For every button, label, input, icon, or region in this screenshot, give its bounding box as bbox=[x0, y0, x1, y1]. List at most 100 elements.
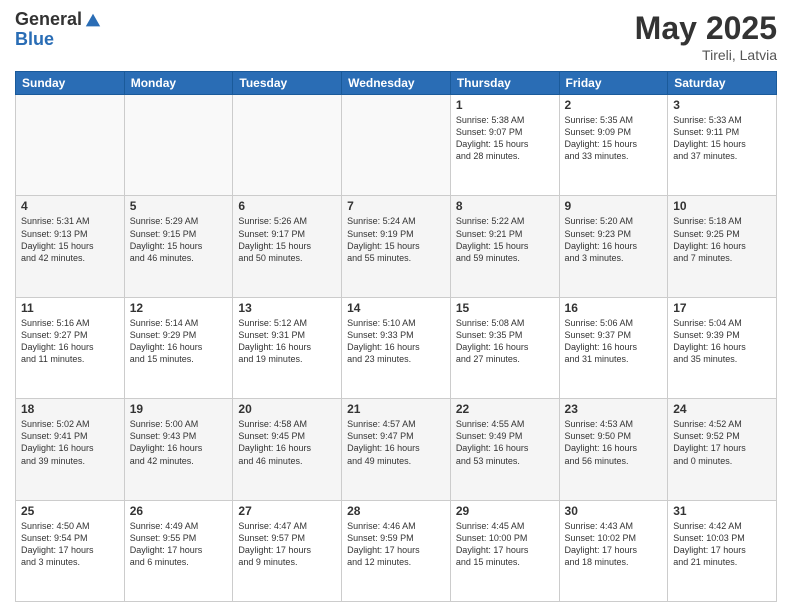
table-row: 2 Sunrise: 5:35 AM Sunset: 9:09 PM Daylig… bbox=[559, 95, 668, 196]
calendar-week-row: 18 Sunrise: 5:02 AM Sunset: 9:41 PM Dayli… bbox=[16, 399, 777, 500]
day-info: Sunrise: 4:57 AM Sunset: 9:47 PM Dayligh… bbox=[347, 418, 445, 467]
day-number: 30 bbox=[565, 504, 663, 518]
day-info: Sunrise: 4:46 AM Sunset: 9:59 PM Dayligh… bbox=[347, 520, 445, 569]
table-row: 21 Sunrise: 4:57 AM Sunset: 9:47 PM Dayli… bbox=[342, 399, 451, 500]
col-tuesday: Tuesday bbox=[233, 72, 342, 95]
col-monday: Monday bbox=[124, 72, 233, 95]
day-number: 9 bbox=[565, 199, 663, 213]
day-info: Sunrise: 5:22 AM Sunset: 9:21 PM Dayligh… bbox=[456, 215, 554, 264]
logo-icon bbox=[84, 12, 102, 30]
col-thursday: Thursday bbox=[450, 72, 559, 95]
day-number: 24 bbox=[673, 402, 771, 416]
day-info: Sunrise: 5:06 AM Sunset: 9:37 PM Dayligh… bbox=[565, 317, 663, 366]
table-row: 22Sunrise: 4:55 AM Sunset: 9:49 PM Dayli… bbox=[450, 399, 559, 500]
day-info: Sunrise: 5:20 AM Sunset: 9:23 PM Dayligh… bbox=[565, 215, 663, 264]
day-number: 18 bbox=[21, 402, 119, 416]
logo-general-text: General bbox=[15, 10, 82, 30]
day-info: Sunrise: 5:08 AM Sunset: 9:35 PM Dayligh… bbox=[456, 317, 554, 366]
day-info: Sunrise: 4:42 AM Sunset: 10:03 PM Daylig… bbox=[673, 520, 771, 569]
day-info: Sunrise: 4:45 AM Sunset: 10:00 PM Daylig… bbox=[456, 520, 554, 569]
day-info: Sunrise: 4:50 AM Sunset: 9:54 PM Dayligh… bbox=[21, 520, 119, 569]
calendar-week-row: 25 Sunrise: 4:50 AM Sunset: 9:54 PM Dayli… bbox=[16, 500, 777, 601]
table-row: 30 Sunrise: 4:43 AM Sunset: 10:02 PM Dayl… bbox=[559, 500, 668, 601]
day-number: 29 bbox=[456, 504, 554, 518]
calendar-table: Sunday Monday Tuesday Wednesday Thursday… bbox=[15, 71, 777, 602]
table-row: 10Sunrise: 5:18 AM Sunset: 9:25 PM Dayli… bbox=[668, 196, 777, 297]
day-number: 21 bbox=[347, 402, 445, 416]
table-row: 27Sunrise: 4:47 AM Sunset: 9:57 PM Dayli… bbox=[233, 500, 342, 601]
day-number: 19 bbox=[130, 402, 228, 416]
day-info: Sunrise: 5:24 AM Sunset: 9:19 PM Dayligh… bbox=[347, 215, 445, 264]
table-row: 4 Sunrise: 5:31 AM Sunset: 9:13 PM Daylig… bbox=[16, 196, 125, 297]
table-row: 31Sunrise: 4:42 AM Sunset: 10:03 PM Dayl… bbox=[668, 500, 777, 601]
day-number: 11 bbox=[21, 301, 119, 315]
table-row: 29 Sunrise: 4:45 AM Sunset: 10:00 PM Dayl… bbox=[450, 500, 559, 601]
day-info: Sunrise: 5:12 AM Sunset: 9:31 PM Dayligh… bbox=[238, 317, 336, 366]
day-info: Sunrise: 5:04 AM Sunset: 9:39 PM Dayligh… bbox=[673, 317, 771, 366]
day-number: 8 bbox=[456, 199, 554, 213]
calendar-week-row: 4 Sunrise: 5:31 AM Sunset: 9:13 PM Daylig… bbox=[16, 196, 777, 297]
table-row: 1Sunrise: 5:38 AM Sunset: 9:07 PM Daylig… bbox=[450, 95, 559, 196]
logo: General Blue bbox=[15, 10, 102, 50]
calendar-header-row: Sunday Monday Tuesday Wednesday Thursday… bbox=[16, 72, 777, 95]
table-row bbox=[16, 95, 125, 196]
title-block: May 2025 Tireli, Latvia bbox=[635, 10, 777, 63]
day-info: Sunrise: 5:16 AM Sunset: 9:27 PM Dayligh… bbox=[21, 317, 119, 366]
day-info: Sunrise: 5:29 AM Sunset: 9:15 PM Dayligh… bbox=[130, 215, 228, 264]
day-number: 27 bbox=[238, 504, 336, 518]
day-info: Sunrise: 5:35 AM Sunset: 9:09 PM Dayligh… bbox=[565, 114, 663, 163]
day-number: 13 bbox=[238, 301, 336, 315]
day-number: 7 bbox=[347, 199, 445, 213]
table-row: 17 Sunrise: 5:04 AM Sunset: 9:39 PM Dayli… bbox=[668, 297, 777, 398]
table-row: 24 Sunrise: 4:52 AM Sunset: 9:52 PM Dayli… bbox=[668, 399, 777, 500]
header: General Blue May 2025 Tireli, Latvia bbox=[15, 10, 777, 63]
table-row: 16Sunrise: 5:06 AM Sunset: 9:37 PM Dayli… bbox=[559, 297, 668, 398]
day-number: 4 bbox=[21, 199, 119, 213]
day-number: 25 bbox=[21, 504, 119, 518]
day-number: 5 bbox=[130, 199, 228, 213]
table-row: 28 Sunrise: 4:46 AM Sunset: 9:59 PM Dayli… bbox=[342, 500, 451, 601]
location: Tireli, Latvia bbox=[635, 47, 777, 63]
table-row: 8 Sunrise: 5:22 AM Sunset: 9:21 PM Daylig… bbox=[450, 196, 559, 297]
day-number: 14 bbox=[347, 301, 445, 315]
day-number: 2 bbox=[565, 98, 663, 112]
day-number: 26 bbox=[130, 504, 228, 518]
calendar-week-row: 1Sunrise: 5:38 AM Sunset: 9:07 PM Daylig… bbox=[16, 95, 777, 196]
col-friday: Friday bbox=[559, 72, 668, 95]
day-info: Sunrise: 4:43 AM Sunset: 10:02 PM Daylig… bbox=[565, 520, 663, 569]
table-row: 23Sunrise: 4:53 AM Sunset: 9:50 PM Dayli… bbox=[559, 399, 668, 500]
calendar-week-row: 11 Sunrise: 5:16 AM Sunset: 9:27 PM Dayli… bbox=[16, 297, 777, 398]
table-row: 26 Sunrise: 4:49 AM Sunset: 9:55 PM Dayli… bbox=[124, 500, 233, 601]
col-sunday: Sunday bbox=[16, 72, 125, 95]
table-row: 18 Sunrise: 5:02 AM Sunset: 9:41 PM Dayli… bbox=[16, 399, 125, 500]
day-number: 6 bbox=[238, 199, 336, 213]
day-number: 3 bbox=[673, 98, 771, 112]
day-info: Sunrise: 5:10 AM Sunset: 9:33 PM Dayligh… bbox=[347, 317, 445, 366]
day-number: 12 bbox=[130, 301, 228, 315]
table-row: 13 Sunrise: 5:12 AM Sunset: 9:31 PM Dayli… bbox=[233, 297, 342, 398]
day-number: 1 bbox=[456, 98, 554, 112]
table-row: 3Sunrise: 5:33 AM Sunset: 9:11 PM Daylig… bbox=[668, 95, 777, 196]
col-wednesday: Wednesday bbox=[342, 72, 451, 95]
day-info: Sunrise: 4:52 AM Sunset: 9:52 PM Dayligh… bbox=[673, 418, 771, 467]
day-info: Sunrise: 4:49 AM Sunset: 9:55 PM Dayligh… bbox=[130, 520, 228, 569]
table-row: 11 Sunrise: 5:16 AM Sunset: 9:27 PM Dayli… bbox=[16, 297, 125, 398]
day-info: Sunrise: 5:02 AM Sunset: 9:41 PM Dayligh… bbox=[21, 418, 119, 467]
day-number: 10 bbox=[673, 199, 771, 213]
day-number: 17 bbox=[673, 301, 771, 315]
day-number: 28 bbox=[347, 504, 445, 518]
day-info: Sunrise: 5:26 AM Sunset: 9:17 PM Dayligh… bbox=[238, 215, 336, 264]
day-number: 22 bbox=[456, 402, 554, 416]
day-info: Sunrise: 5:00 AM Sunset: 9:43 PM Dayligh… bbox=[130, 418, 228, 467]
day-info: Sunrise: 5:14 AM Sunset: 9:29 PM Dayligh… bbox=[130, 317, 228, 366]
table-row: 19 Sunrise: 5:00 AM Sunset: 9:43 PM Dayli… bbox=[124, 399, 233, 500]
table-row: 9 Sunrise: 5:20 AM Sunset: 9:23 PM Daylig… bbox=[559, 196, 668, 297]
day-number: 15 bbox=[456, 301, 554, 315]
col-saturday: Saturday bbox=[668, 72, 777, 95]
table-row: 15 Sunrise: 5:08 AM Sunset: 9:35 PM Dayli… bbox=[450, 297, 559, 398]
table-row: 14 Sunrise: 5:10 AM Sunset: 9:33 PM Dayli… bbox=[342, 297, 451, 398]
page: General Blue May 2025 Tireli, Latvia Sun… bbox=[0, 0, 792, 612]
day-number: 23 bbox=[565, 402, 663, 416]
day-info: Sunrise: 5:31 AM Sunset: 9:13 PM Dayligh… bbox=[21, 215, 119, 264]
day-number: 20 bbox=[238, 402, 336, 416]
